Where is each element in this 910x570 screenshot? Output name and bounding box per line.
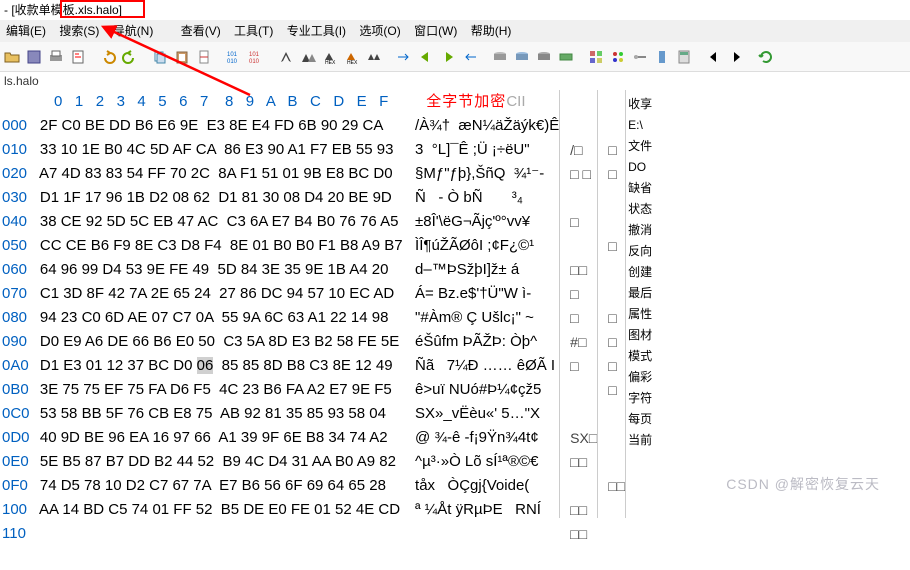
- paste-icon[interactable]: [172, 47, 192, 67]
- menu-options[interactable]: 选项(O): [357, 22, 402, 40]
- toolbar: 101010 101010 HEX HEX: [0, 42, 910, 72]
- copy-icon[interactable]: [150, 47, 170, 67]
- side-item: 反向: [628, 241, 652, 262]
- menu-view[interactable]: 查看(V): [179, 22, 223, 40]
- hex-icon[interactable]: 101010: [224, 47, 244, 67]
- cut-icon[interactable]: [194, 47, 214, 67]
- side-item: 撤消: [628, 220, 652, 241]
- side-item: 偏彩: [628, 367, 652, 388]
- grid-icon[interactable]: [586, 47, 606, 67]
- menu-edit[interactable]: 编辑(E): [4, 22, 48, 40]
- replace-icon[interactable]: HEX: [342, 47, 362, 67]
- menu-search[interactable]: 搜索(S): [57, 22, 101, 40]
- svg-text:010: 010: [227, 59, 238, 65]
- svg-text:010: 010: [249, 59, 260, 65]
- side-item: 属性: [628, 304, 652, 325]
- preview-column-2: □ □ □ □ □ □ □ □□: [597, 90, 625, 518]
- prev-icon[interactable]: [704, 47, 724, 67]
- disk2-icon[interactable]: [512, 47, 532, 67]
- svg-text:HEX: HEX: [347, 60, 358, 65]
- side-item: 缺省: [628, 178, 652, 199]
- hex-view[interactable]: 0000100200300400500600700800900A00B00C00…: [0, 90, 625, 518]
- disk1-icon[interactable]: [490, 47, 510, 67]
- find-icon[interactable]: [276, 47, 296, 67]
- disk3-icon[interactable]: [534, 47, 554, 67]
- highlight-box: [60, 0, 145, 18]
- disk-icon[interactable]: [24, 47, 44, 67]
- properties-icon[interactable]: [68, 47, 88, 67]
- side-item: DO: [628, 157, 652, 178]
- menu-protools[interactable]: 专业工具(I): [285, 22, 348, 40]
- side-item: 创建: [628, 262, 652, 283]
- side-item: E:\: [628, 115, 652, 136]
- dots-icon[interactable]: [608, 47, 628, 67]
- goto-icon[interactable]: [394, 47, 414, 67]
- open-icon[interactable]: [2, 47, 22, 67]
- tool2-icon[interactable]: [652, 47, 672, 67]
- side-item: 每页: [628, 409, 652, 430]
- menu-nav[interactable]: 导航(N): [111, 22, 156, 40]
- menu-tools[interactable]: 工具(T): [232, 22, 275, 40]
- findnext-icon[interactable]: [298, 47, 318, 67]
- watermark: CSDN @解密恢复云天: [726, 474, 880, 494]
- svg-text:101: 101: [227, 52, 238, 58]
- forward-icon[interactable]: [438, 47, 458, 67]
- print-icon[interactable]: [46, 47, 66, 67]
- tool1-icon[interactable]: [630, 47, 650, 67]
- side-item: 图材: [628, 325, 652, 346]
- ram-icon[interactable]: [556, 47, 576, 67]
- findall-icon[interactable]: [364, 47, 384, 67]
- side-panel: 收享E:\文件DO缺省状态撤消反向创建最后属性图材模式偏彩字符每页当前: [625, 90, 654, 518]
- calc-icon[interactable]: [674, 47, 694, 67]
- offset-column: 0000100200300400500600700800900A00B00C00…: [0, 90, 32, 518]
- menu-help[interactable]: 帮助(H): [469, 22, 514, 40]
- refresh-icon[interactable]: [756, 47, 776, 67]
- preview-column: /□ □ □ □ □□ □ □ #□ □ SX□ □□ □□ □□: [559, 90, 597, 518]
- svg-text:101: 101: [249, 52, 260, 58]
- menu-bar: 编辑(E) 搜索(S) 导航(N) 查看(V) 工具(T) 专业工具(I) 选项…: [0, 20, 910, 42]
- findhex-icon[interactable]: HEX: [320, 47, 340, 67]
- tab-file[interactable]: ls.halo: [4, 74, 39, 88]
- side-item: 字符: [628, 388, 652, 409]
- side-item: 当前: [628, 430, 652, 451]
- tab-bar: ls.halo: [0, 72, 910, 90]
- side-item: 最后: [628, 283, 652, 304]
- side-item: 模式: [628, 346, 652, 367]
- goback-icon[interactable]: [460, 47, 480, 67]
- back-icon[interactable]: [416, 47, 436, 67]
- undo-icon[interactable]: [98, 47, 118, 67]
- hex-column: 0 1 2 3 4 5 6 7 8 9 A B C D E F 2F C0 BE…: [32, 90, 403, 518]
- next-icon[interactable]: [726, 47, 746, 67]
- svg-text:HEX: HEX: [325, 60, 336, 65]
- ascii-column: 全字节加密CII /À¾† æN¼äŽäýk€)Ê 3 °L]¯Ê ;Ü ¡÷ë…: [403, 90, 560, 518]
- side-item: 收享: [628, 94, 652, 115]
- hex2-icon[interactable]: 101010: [246, 47, 266, 67]
- side-item: 状态: [628, 199, 652, 220]
- side-item: 文件: [628, 136, 652, 157]
- menu-window[interactable]: 窗口(W): [412, 22, 459, 40]
- redo-icon[interactable]: [120, 47, 140, 67]
